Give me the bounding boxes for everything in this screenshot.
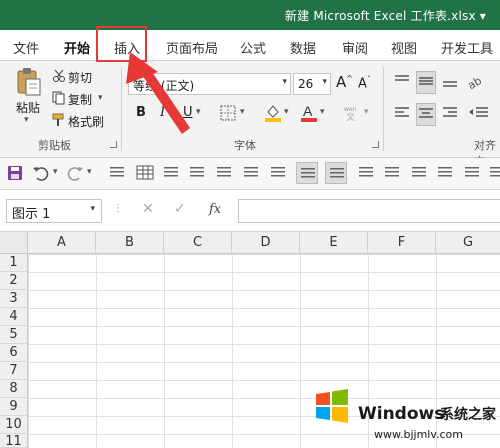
windows-logo-icon — [316, 389, 348, 423]
watermark-brand: Windows — [358, 404, 445, 424]
watermark: Windows 系统之家 www.bjjmlv.com — [300, 380, 500, 448]
watermark-site-name: 系统之家 — [440, 407, 496, 423]
watermark-url: www.bjjmlv.com — [374, 428, 463, 441]
